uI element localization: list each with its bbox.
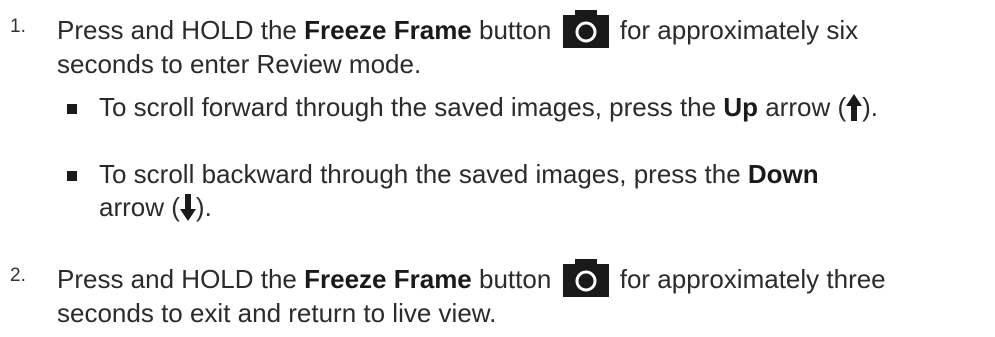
up-key-label: Up — [723, 92, 758, 122]
instructions-document: 1. Press and HOLD the Freeze Frame butto… — [0, 0, 995, 337]
down-arrow-icon — [179, 194, 196, 221]
bullet-text-part: To scroll backward through the saved ima… — [99, 159, 748, 189]
camera-icon — [562, 10, 609, 48]
up-arrow-icon — [846, 94, 863, 121]
bullet-marker — [67, 171, 77, 181]
step-text-part: Press and HOLD the — [57, 15, 305, 45]
bullet-text-part: ). — [862, 92, 878, 122]
bullet-text: To scroll forward through the saved imag… — [99, 91, 989, 124]
step-text: Press and HOLD the Freeze Frame button f… — [57, 259, 987, 330]
step-text-part: button — [471, 264, 559, 294]
step-text-part: button — [471, 15, 559, 45]
step-number: 2. — [10, 265, 26, 286]
bullet-text: To scroll backward through the saved ima… — [99, 158, 989, 224]
bullet-text-part: arrow ( — [757, 92, 847, 122]
step-number: 1. — [10, 16, 26, 37]
step-text-part: for approximately six — [612, 15, 859, 45]
bullet-text-part: arrow ( — [99, 192, 180, 222]
step-text-part: Press and HOLD the — [57, 264, 305, 294]
bullet-text-part: To scroll forward through the saved imag… — [99, 92, 724, 122]
step-text-part: seconds to enter Review mode. — [57, 49, 422, 79]
bullet-marker — [67, 104, 77, 114]
bullet-text-part: ). — [195, 192, 212, 222]
step-text: Press and HOLD the Freeze Frame button f… — [57, 10, 987, 81]
camera-icon — [562, 259, 609, 297]
freeze-frame-label: Freeze Frame — [304, 264, 472, 294]
step-text-part: seconds to exit and return to live view. — [57, 298, 497, 328]
step-text-part: for approximately three — [612, 264, 886, 294]
freeze-frame-label: Freeze Frame — [304, 15, 472, 45]
down-key-label: Down — [747, 159, 819, 189]
